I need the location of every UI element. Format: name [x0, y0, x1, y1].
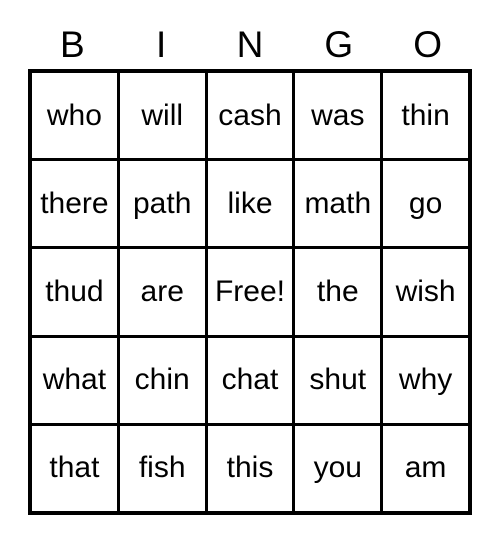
bingo-cell[interactable]: cash: [207, 73, 296, 159]
bingo-cell[interactable]: there: [32, 161, 120, 247]
bingo-cell[interactable]: what: [32, 337, 120, 423]
bingo-cell[interactable]: this: [207, 425, 296, 512]
bingo-cell[interactable]: shut: [295, 337, 384, 423]
bingo-cell[interactable]: fish: [119, 425, 208, 512]
bingo-cell[interactable]: chin: [119, 337, 208, 423]
bingo-cell[interactable]: wish: [383, 249, 468, 335]
bingo-cell[interactable]: was: [295, 73, 384, 159]
bingo-header-letter-n: N: [236, 24, 264, 65]
bingo-cell[interactable]: will: [119, 73, 208, 159]
bingo-cell[interactable]: that: [32, 425, 120, 512]
bingo-cell[interactable]: go: [383, 161, 468, 247]
bingo-row: that fish this you am: [32, 425, 468, 512]
bingo-row: what chin chat shut why: [32, 337, 468, 426]
bingo-row: there path like math go: [32, 161, 468, 250]
bingo-grid: who will cash was thin there path like m…: [28, 69, 472, 515]
bingo-cell[interactable]: chat: [207, 337, 296, 423]
bingo-cell[interactable]: thud: [32, 249, 120, 335]
bingo-header-letter-o: O: [413, 24, 442, 65]
bingo-cell[interactable]: math: [295, 161, 384, 247]
bingo-cell[interactable]: why: [383, 337, 468, 423]
bingo-cell[interactable]: thin: [383, 73, 468, 159]
bingo-cell[interactable]: like: [207, 161, 296, 247]
bingo-cell[interactable]: who: [32, 73, 120, 159]
bingo-row: thud are Free! the wish: [32, 249, 468, 338]
bingo-cell[interactable]: are: [119, 249, 208, 335]
bingo-cell[interactable]: the: [295, 249, 384, 335]
bingo-cell[interactable]: you: [295, 425, 384, 512]
bingo-card: B I N G O who will cash was thin there p…: [0, 0, 502, 544]
bingo-cell[interactable]: am: [383, 425, 468, 512]
bingo-row: who will cash was thin: [32, 73, 468, 162]
bingo-cell-free-space[interactable]: Free!: [207, 249, 296, 335]
bingo-header-letter-b: B: [60, 24, 85, 65]
bingo-header-row: B I N G O: [28, 22, 472, 67]
bingo-header-letter-g: G: [324, 24, 354, 65]
bingo-cell[interactable]: path: [119, 161, 208, 247]
bingo-header-letter-i: I: [156, 24, 167, 65]
